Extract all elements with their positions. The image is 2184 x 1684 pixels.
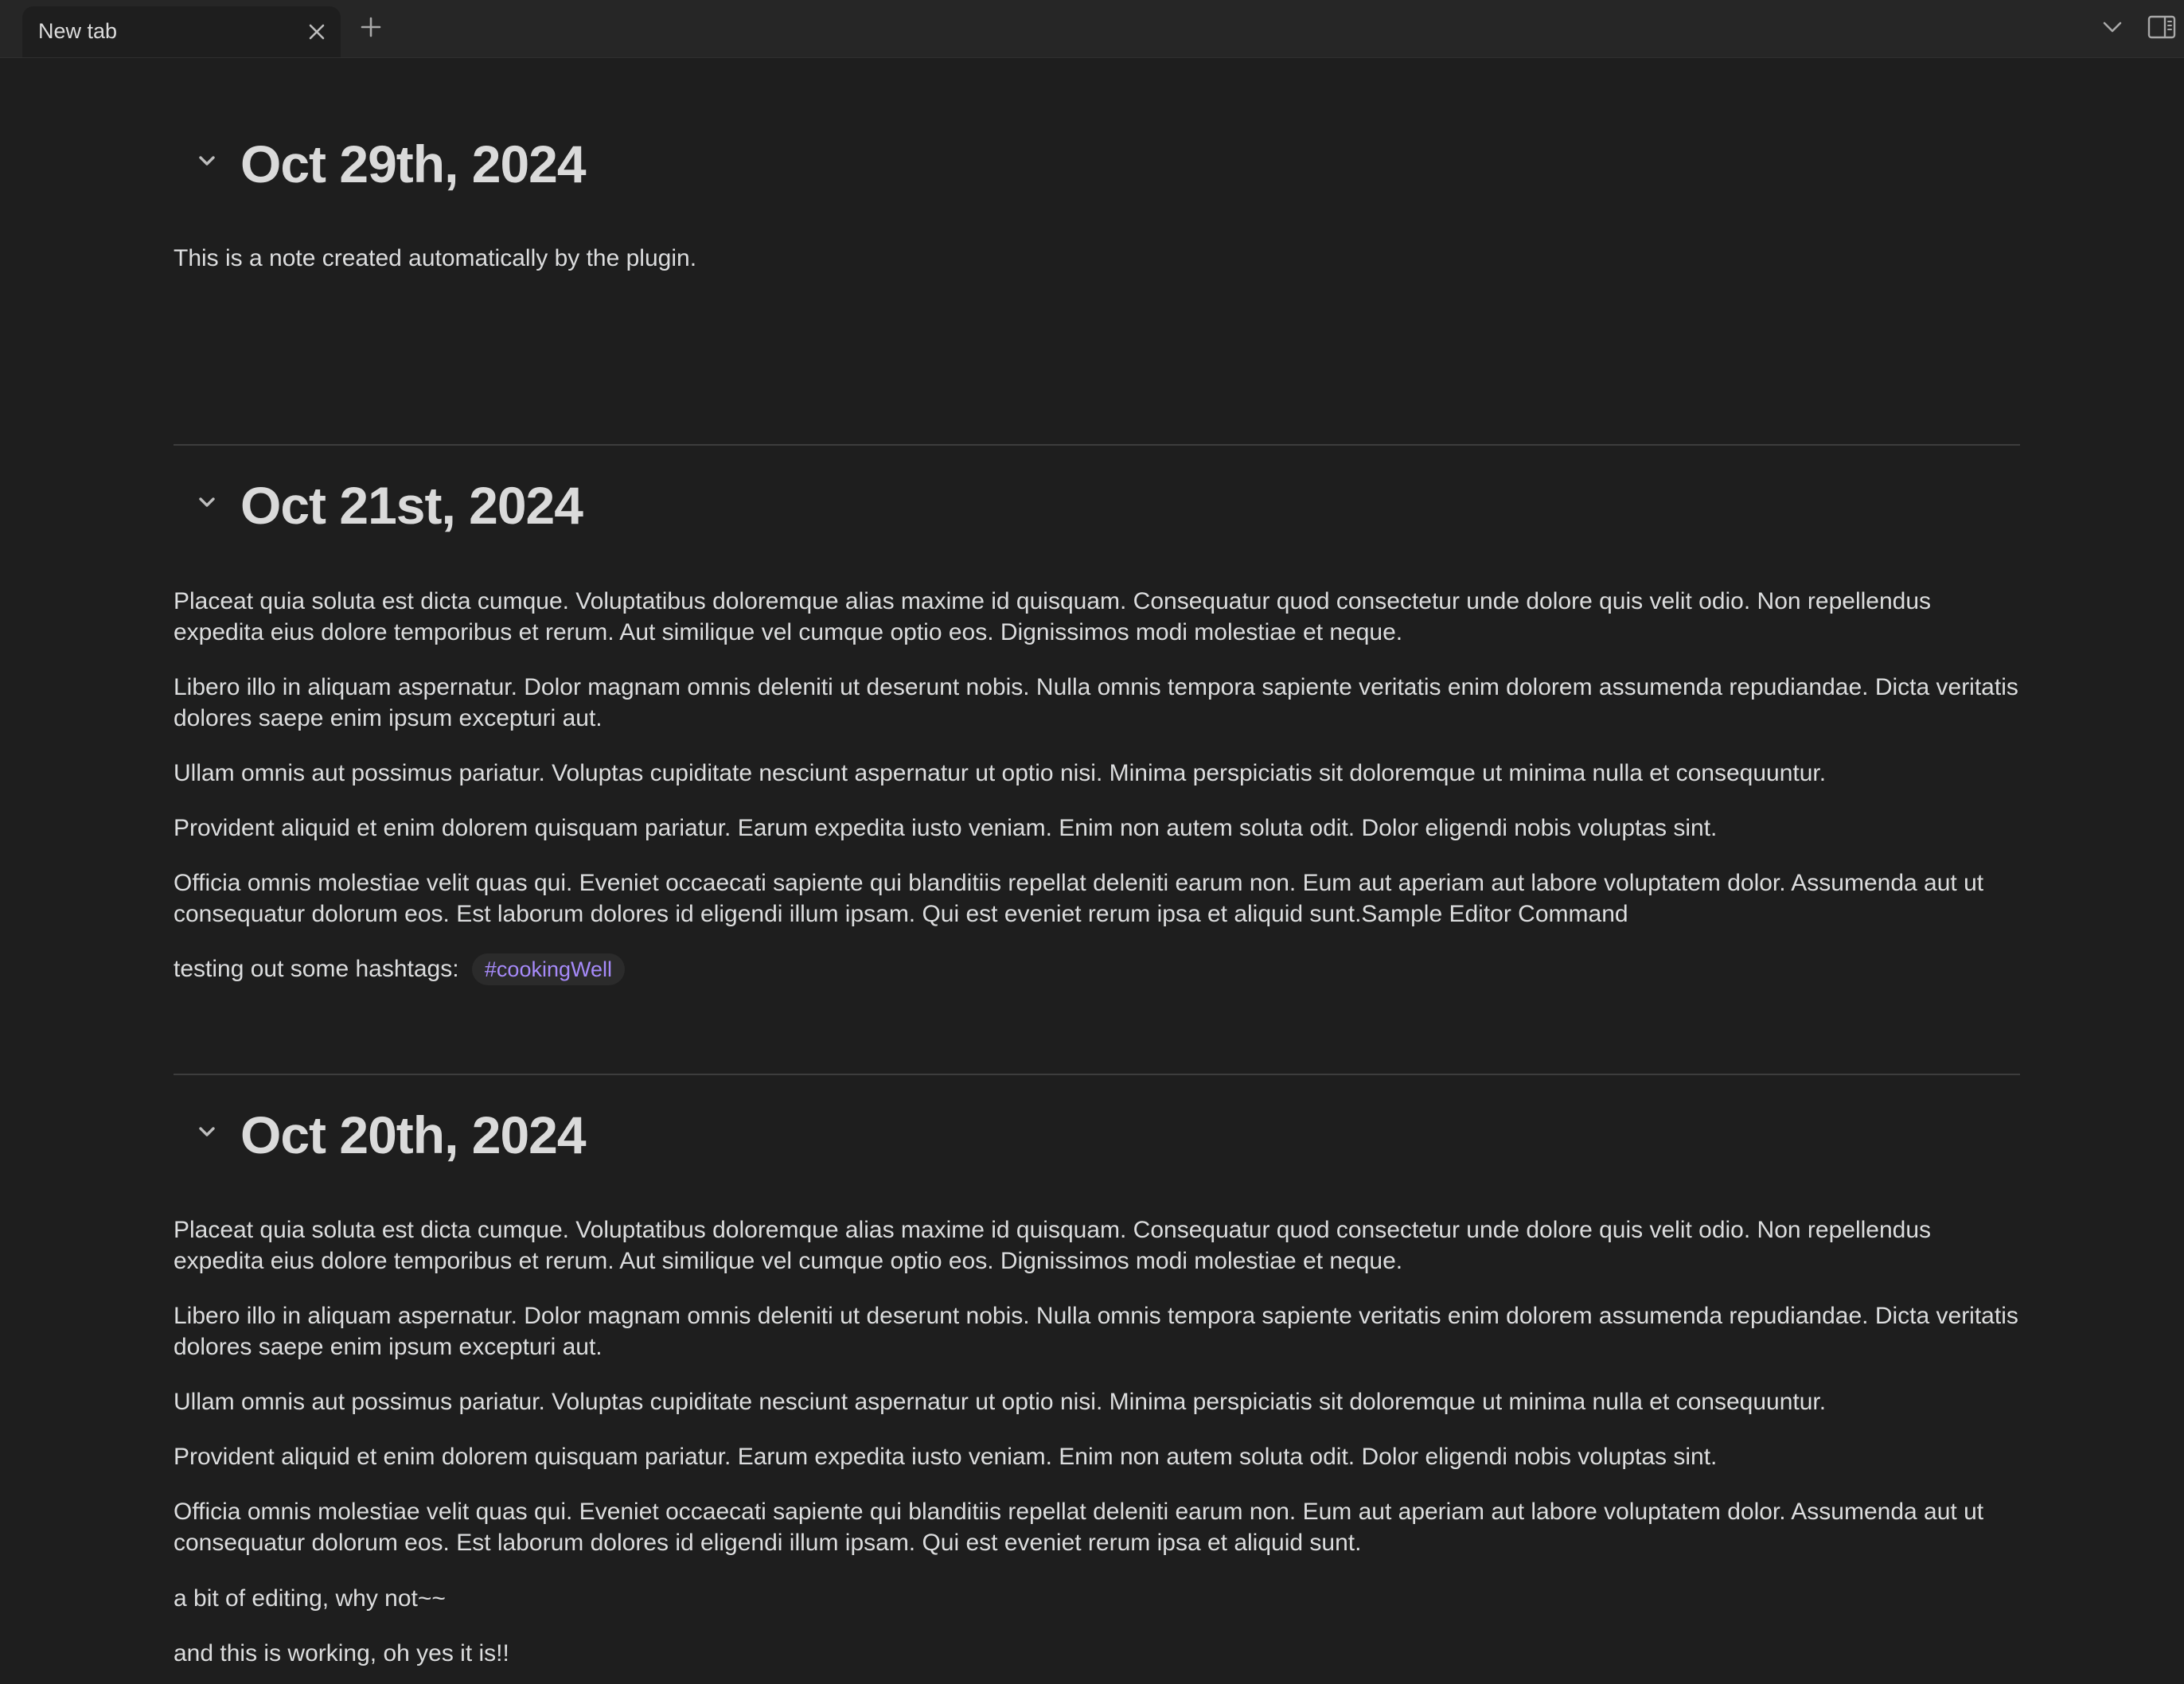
tab-new-tab[interactable]: New tab [22,6,341,57]
note-paragraph[interactable]: Provident aliquid et enim dolorem quisqu… [174,813,2020,844]
tab-bar: New tab [0,0,2184,58]
hashtag-tag[interactable]: #cookingWell [471,953,625,985]
chevron-down-icon[interactable] [2096,11,2128,43]
note-paragraph[interactable]: Placeat quia soluta est dicta cumque. Vo… [174,586,2020,648]
note-header: Oct 21st, 2024 [174,466,2020,545]
note-paragraph[interactable]: and this is working, oh yes it is!! [174,1638,2020,1669]
note-paragraph[interactable]: Officia omnis molestiae velit quas qui. … [174,867,2020,930]
note-divider [174,444,2020,446]
sidebar-toggle-icon[interactable] [2144,10,2179,45]
note-paragraph[interactable]: Provident aliquid et enim dolorem quisqu… [174,1441,2020,1472]
chevron-down-icon[interactable] [191,1116,223,1148]
note-paragraph[interactable]: Officia omnis molestiae velit quas qui. … [174,1496,2020,1558]
note-title: Oct 21st, 2024 [240,476,583,535]
hashtag-line-text: testing out some hashtags: [174,956,459,982]
note-paragraph[interactable]: Ullam omnis aut possimus pariatur. Volup… [174,1386,2020,1417]
plus-icon[interactable] [355,11,387,43]
close-icon[interactable] [301,16,333,48]
note-paragraph[interactable]: a bit of editing, why not~~ [174,1583,2020,1614]
note-title: Oct 29th, 2024 [240,134,587,193]
note-paragraph[interactable]: Libero illo in aliquam aspernatur. Dolor… [174,672,2020,734]
note-paragraph[interactable]: Ullam omnis aut possimus pariatur. Volup… [174,758,2020,789]
note-paragraph[interactable]: Placeat quia soluta est dicta cumque. Vo… [174,1214,2020,1277]
chevron-down-icon[interactable] [191,145,223,177]
note-header: Oct 29th, 2024 [174,124,2020,204]
note-header: Oct 20th, 2024 [174,1095,2020,1175]
note-title: Oct 20th, 2024 [240,1105,587,1164]
chevron-down-icon[interactable] [191,486,223,518]
note-paragraph[interactable]: This is a note created automatically by … [174,243,2020,274]
hashtag-line[interactable]: testing out some hashtags: #cookingWell [174,953,2020,985]
note-divider [174,1074,2020,1075]
note-paragraph[interactable]: Libero illo in aliquam aspernatur. Dolor… [174,1300,2020,1362]
tab-title: New tab [38,19,118,43]
